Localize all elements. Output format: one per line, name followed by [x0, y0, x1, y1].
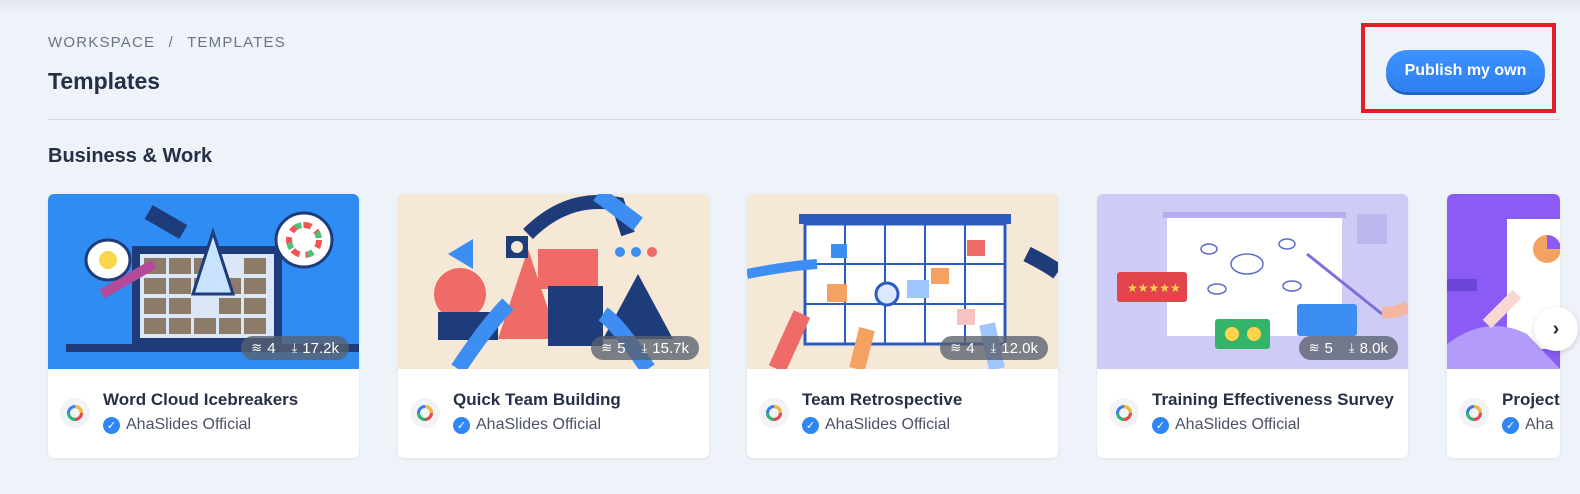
layers-icon: ≋	[251, 340, 263, 355]
chevron-right-icon: ›	[1552, 317, 1560, 340]
template-card-team-retrospective[interactable]: ≋ 4 ⤓ 12.0k Team Retrospective ✓ AhaSlid…	[747, 194, 1058, 458]
template-title[interactable]: Word Cloud Icebreakers	[103, 390, 298, 410]
download-icon: ⤓	[291, 340, 298, 355]
ahaslides-logo-icon	[759, 398, 789, 428]
author-name: AhaSlides Official	[126, 416, 252, 433]
section-title: Business & Work	[48, 145, 213, 167]
template-stats: ≋ 5 ⤓ 15.7k	[591, 336, 699, 360]
breadcrumb-templates: TEMPLATES	[187, 34, 286, 51]
breadcrumb: WORKSPACE / TEMPLATES	[48, 34, 286, 51]
template-author: ✓ AhaSlides Official	[103, 416, 251, 434]
slide-count: 4	[966, 339, 975, 357]
template-author: ✓ Aha	[1502, 416, 1553, 434]
top-shadow	[0, 0, 1580, 14]
download-count: 8.0k	[1359, 339, 1388, 357]
slide-count: 5	[617, 339, 626, 357]
template-title[interactable]: Training Effectiveness Survey	[1152, 390, 1394, 410]
layers-icon: ≋	[1308, 340, 1320, 355]
publish-my-own-button[interactable]: Publish my own	[1386, 50, 1545, 92]
svg-text:★★★★★: ★★★★★	[1127, 281, 1181, 295]
layers-icon: ≋	[950, 340, 962, 355]
ahaslides-logo-icon	[1459, 398, 1489, 428]
template-card-quick-team-building[interactable]: ≋ 5 ⤓ 15.7k Quick Team Building ✓ AhaSli…	[398, 194, 709, 458]
template-author: ✓ AhaSlides Official	[802, 416, 950, 434]
template-card-training-effectiveness-survey[interactable]: ★★★★★ ≋ 5 ⤓ 8.0k Training Effectiveness …	[1097, 194, 1408, 458]
author-name: Aha	[1525, 416, 1554, 433]
carousel-next-button[interactable]: ›	[1534, 307, 1578, 351]
template-thumbnail: ≋ 4 ⤓ 12.0k	[747, 194, 1058, 369]
breadcrumb-workspace[interactable]: WORKSPACE	[48, 34, 155, 51]
author-name: AhaSlides Official	[1175, 416, 1301, 433]
template-thumbnail: ≋ 4 ⤓ 17.2k	[48, 194, 359, 369]
template-title[interactable]: Team Retrospective	[802, 390, 962, 410]
slide-count: 5	[1324, 339, 1333, 357]
verified-badge-icon: ✓	[802, 416, 819, 434]
download-icon: ⤓	[641, 340, 648, 355]
verified-badge-icon: ✓	[103, 416, 120, 434]
template-author: ✓ AhaSlides Official	[1152, 416, 1300, 434]
template-thumbnail: ≋ 5 ⤓ 15.7k	[398, 194, 709, 369]
template-stats: ≋ 4 ⤓ 12.0k	[940, 336, 1048, 360]
ahaslides-logo-icon	[410, 398, 440, 428]
verified-badge-icon: ✓	[1502, 416, 1519, 434]
download-count: 15.7k	[652, 339, 689, 357]
template-thumbnail: ★★★★★ ≋ 5 ⤓ 8.0k	[1097, 194, 1408, 369]
template-card-word-cloud-icebreakers[interactable]: ≋ 4 ⤓ 17.2k Word Cloud Icebreakers ✓ Aha…	[48, 194, 359, 458]
download-icon: ⤓	[1348, 340, 1355, 355]
author-name: AhaSlides Official	[825, 416, 951, 433]
template-title[interactable]: Quick Team Building	[453, 390, 621, 410]
template-stats: ≋ 5 ⤓ 8.0k	[1298, 336, 1398, 360]
template-stats: ≋ 4 ⤓ 17.2k	[241, 336, 349, 360]
verified-badge-icon: ✓	[453, 416, 470, 434]
verified-badge-icon: ✓	[1152, 416, 1169, 434]
download-count: 17.2k	[302, 339, 339, 357]
header-divider	[48, 119, 1560, 120]
author-name: AhaSlides Official	[476, 416, 602, 433]
download-icon: ⤓	[990, 340, 997, 355]
ahaslides-logo-icon	[60, 398, 90, 428]
slide-count: 4	[267, 339, 276, 357]
breadcrumb-separator: /	[168, 34, 174, 51]
template-author: ✓ AhaSlides Official	[453, 416, 601, 434]
download-count: 12.0k	[1001, 339, 1038, 357]
ahaslides-logo-icon	[1109, 398, 1139, 428]
layers-icon: ≋	[601, 340, 613, 355]
page-title: Templates	[48, 68, 161, 94]
template-title[interactable]: Project	[1502, 390, 1560, 410]
